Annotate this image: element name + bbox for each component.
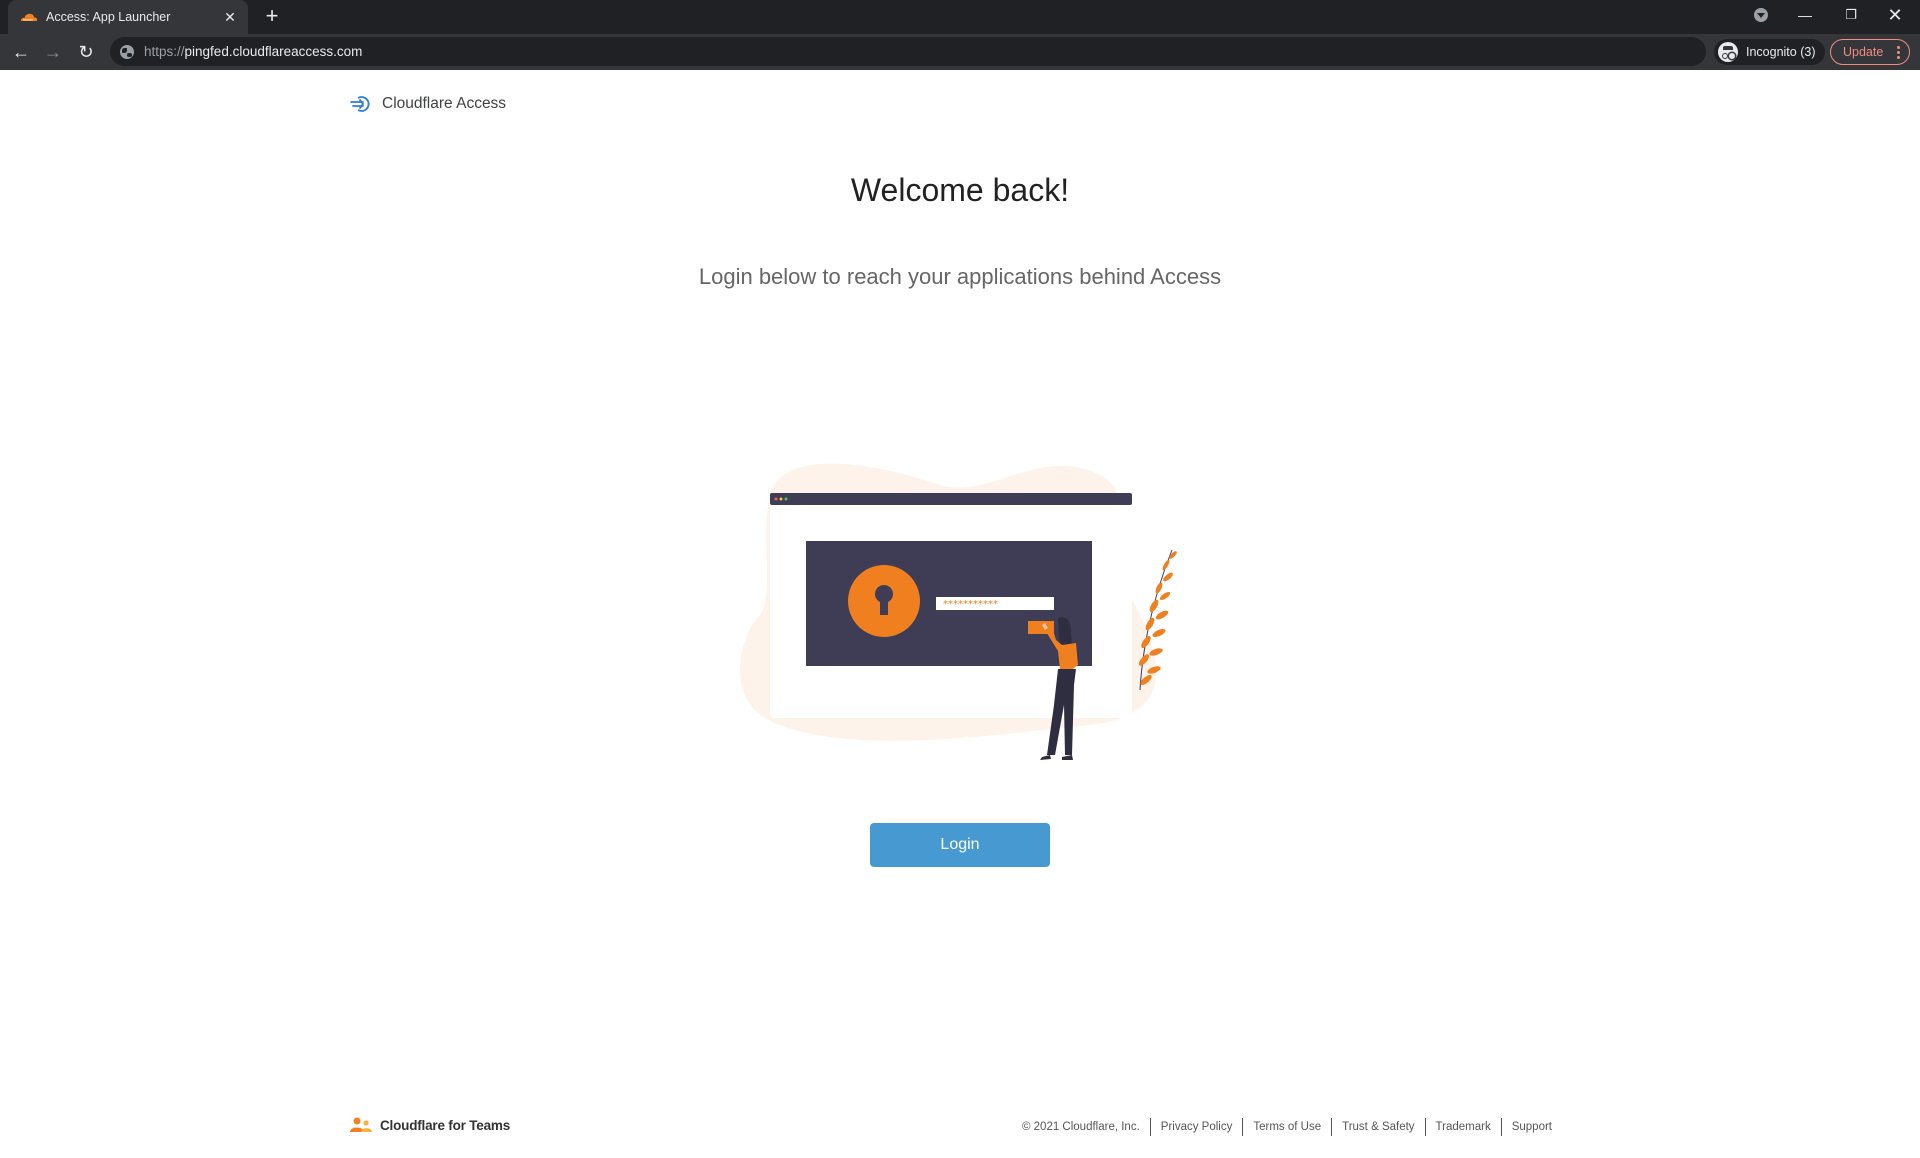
access-arrow-icon (350, 95, 372, 113)
url-host: pingfed.cloudflareaccess.com (184, 44, 363, 59)
trust-safety-link[interactable]: Trust & Safety (1342, 1121, 1414, 1133)
teams-people-icon (350, 1117, 372, 1133)
login-illustration: *********** (740, 455, 1180, 765)
browser-tab-active[interactable]: Access: App Launcher ✕ (8, 0, 248, 34)
brand-label: Cloudflare Access (382, 95, 507, 112)
incognito-icon (1718, 42, 1738, 62)
page-subtitle: Login below to reach your applications b… (698, 264, 1222, 289)
forward-button[interactable]: → (39, 38, 67, 66)
browser-toolbar: ← → ↻ https://pingfed.cloudflareaccess.c… (0, 34, 1920, 70)
trademark-link[interactable]: Trademark (1436, 1121, 1491, 1133)
address-bar[interactable]: https://pingfed.cloudflareaccess.com (110, 37, 1706, 66)
login-button[interactable]: Login (870, 823, 1050, 867)
header-brand: Cloudflare Access (350, 95, 506, 113)
close-window-button[interactable]: ✕ (1880, 0, 1910, 30)
footer-brand-label: Cloudflare for Teams (380, 1117, 511, 1133)
support-link[interactable]: Support (1512, 1121, 1552, 1133)
page-content: Cloudflare Access Welcome back! Login be… (0, 70, 1920, 1158)
incognito-badge[interactable]: Incognito (3) (1714, 39, 1826, 65)
tab-search-icon[interactable] (1750, 0, 1772, 30)
copyright-text: © 2021 Cloudflare, Inc. (1021, 1121, 1140, 1133)
cloudflare-cloud-icon (20, 12, 38, 22)
browser-titlebar-illustration (770, 493, 1132, 505)
more-menu-icon[interactable] (1897, 46, 1900, 49)
restore-button[interactable]: ❐ (1836, 0, 1866, 30)
page-title: Welcome back! (850, 172, 1070, 208)
tab-close-icon[interactable]: ✕ (222, 9, 238, 26)
url-text[interactable]: https://pingfed.cloudflareaccess.com (144, 44, 362, 59)
back-button[interactable]: ← (7, 38, 35, 66)
incognito-label: Incognito (3) (1746, 45, 1816, 59)
privacy-policy-link[interactable]: Privacy Policy (1161, 1121, 1233, 1133)
update-label: Update (1843, 45, 1884, 59)
browser-tabstrip: Access: App Launcher ✕ + — ❐ ✕ (0, 0, 1920, 34)
minimize-button[interactable]: — (1790, 0, 1820, 30)
tab-title: Access: App Launcher (46, 10, 171, 24)
url-scheme: https:// (144, 44, 185, 59)
footer-links: © 2021 Cloudflare, Inc. Privacy Policy T… (1022, 1118, 1562, 1136)
password-mask: *********** (943, 599, 998, 610)
new-tab-button[interactable]: + (260, 5, 284, 29)
site-info-icon[interactable] (120, 44, 134, 59)
terms-of-use-link[interactable]: Terms of Use (1253, 1121, 1321, 1133)
reload-button[interactable]: ↻ (72, 38, 100, 66)
update-button[interactable]: Update (1830, 39, 1910, 65)
footer-brand: Cloudflare for Teams (350, 1117, 510, 1133)
